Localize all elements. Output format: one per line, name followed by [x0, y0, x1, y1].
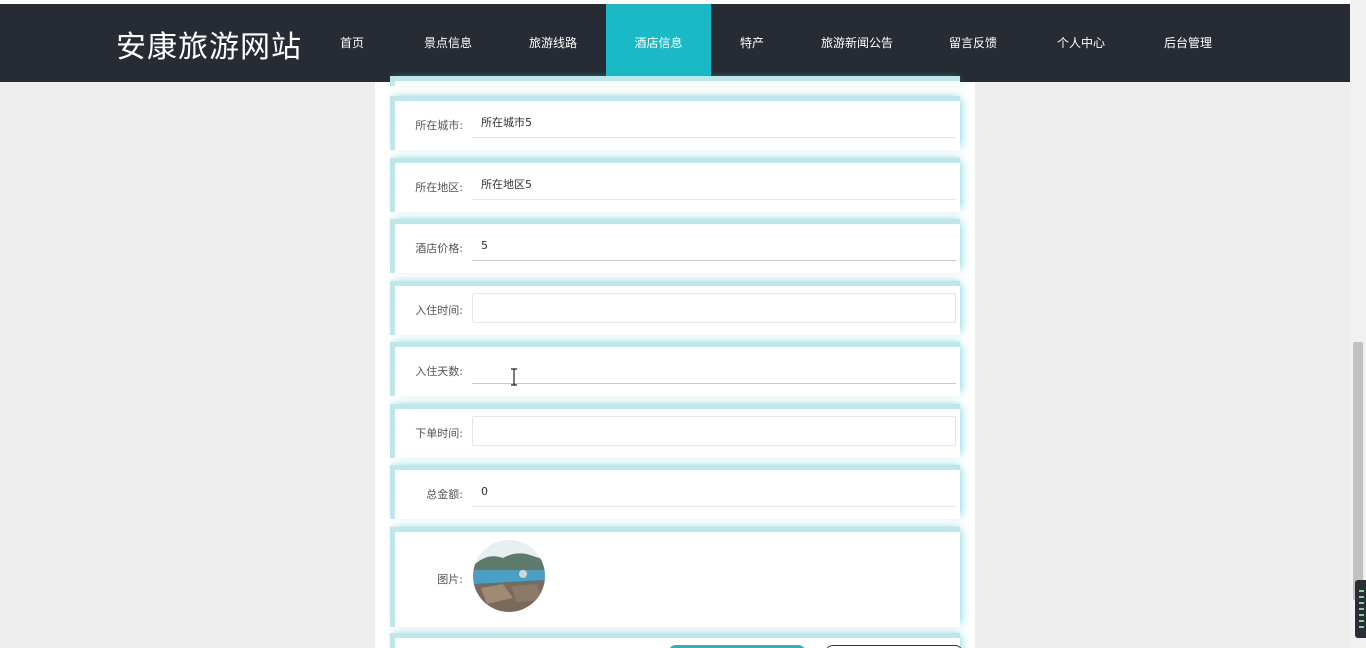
- scrollbar-thumb[interactable]: [1353, 342, 1363, 600]
- nav-news[interactable]: 旅游新闻公告: [818, 4, 896, 82]
- form-row-partial: [390, 76, 960, 86]
- order-time-label: 下单时间:: [415, 427, 463, 440]
- form-row-checkin-time: 入住时间:: [390, 281, 960, 335]
- form-row-price: 酒店价格: 5: [390, 219, 960, 273]
- checkin-time-label: 入住时间:: [415, 304, 463, 317]
- nav-specialties[interactable]: 特产: [733, 4, 771, 82]
- nav-routes[interactable]: 旅游线路: [523, 4, 583, 82]
- navbar: 安康旅游网站 首页 景点信息 旅游线路 酒店信息 特产 旅游新闻公告 留言反馈 …: [0, 4, 1350, 82]
- total-label: 总金额:: [426, 488, 463, 501]
- form-row-image: 图片:: [390, 527, 960, 627]
- price-field[interactable]: 5: [472, 231, 956, 261]
- hotel-image: [473, 540, 545, 612]
- price-label: 酒店价格:: [415, 242, 463, 255]
- text-cursor-icon: [509, 368, 519, 386]
- days-input[interactable]: [472, 354, 956, 384]
- nav-admin[interactable]: 后台管理: [1158, 4, 1218, 82]
- city-label: 所在城市:: [415, 119, 463, 132]
- district-field[interactable]: 所在地区5: [472, 170, 956, 200]
- nav-feedback[interactable]: 留言反馈: [943, 4, 1003, 82]
- form-row-actions: [390, 633, 963, 648]
- site-title: 安康旅游网站: [116, 30, 302, 65]
- form-row-city: 所在城市: 所在城市5: [390, 96, 960, 150]
- total-field[interactable]: 0: [472, 477, 956, 507]
- form-container: 所在城市: 所在城市5 所在地区: 所在地区5 酒店价格: 5 入住时间: 入住…: [375, 76, 975, 648]
- checkin-time-input[interactable]: [472, 293, 956, 323]
- city-field[interactable]: 所在城市5: [472, 108, 956, 138]
- form-row-order-time: 下单时间:: [390, 404, 960, 458]
- nav-attractions[interactable]: 景点信息: [418, 4, 478, 82]
- order-time-input[interactable]: [472, 416, 956, 446]
- district-label: 所在地区:: [415, 181, 463, 194]
- page-scrollbar[interactable]: [1350, 0, 1366, 648]
- form-row-total: 总金额: 0: [390, 465, 960, 519]
- nav-profile[interactable]: 个人中心: [1051, 4, 1111, 82]
- form-row-days: 入住天数:: [390, 342, 960, 396]
- form-row-district: 所在地区: 所在地区5: [390, 158, 960, 212]
- nav-hotels[interactable]: 酒店信息: [606, 4, 711, 82]
- days-label: 入住天数:: [415, 365, 463, 378]
- side-widget-icon[interactable]: [1355, 580, 1366, 638]
- nav-home[interactable]: 首页: [328, 4, 376, 82]
- image-label: 图片:: [437, 573, 463, 586]
